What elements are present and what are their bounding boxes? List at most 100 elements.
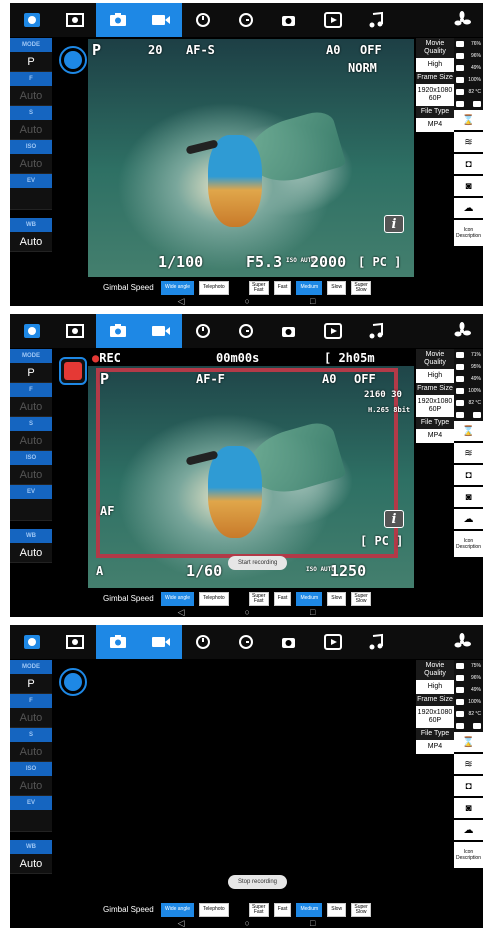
ev-value[interactable]	[10, 810, 52, 832]
shutter-value[interactable]: Auto	[10, 742, 52, 762]
playback-icon[interactable]	[311, 3, 354, 37]
playback-icon[interactable]	[311, 625, 354, 659]
moon-icon[interactable]	[397, 314, 440, 348]
wifi-button[interactable]: ≋	[454, 443, 483, 465]
info-icon[interactable]: i	[384, 215, 404, 233]
interval-timer-icon[interactable]	[225, 314, 268, 348]
ev-value[interactable]	[10, 188, 52, 210]
remote-shutter-icon[interactable]	[268, 3, 311, 37]
live-view-icon[interactable]	[53, 625, 96, 659]
camera-info-icon[interactable]	[10, 3, 53, 37]
live-view-icon[interactable]	[53, 314, 96, 348]
gimbal-fast-button[interactable]: Fast	[273, 280, 292, 295]
mode-value[interactable]: P	[10, 674, 52, 694]
remote-shutter-icon[interactable]	[268, 314, 311, 348]
shutter-value[interactable]: Auto	[10, 120, 52, 140]
hourglass-button[interactable]: ⌛	[454, 110, 483, 132]
frame-size-value[interactable]: 1920x1080 60P	[416, 84, 454, 106]
camera-info-icon[interactable]	[10, 314, 53, 348]
wifi-button[interactable]: ≋	[454, 132, 483, 154]
mode-value[interactable]: P	[10, 52, 52, 72]
gimbal-slow-button[interactable]: Slow	[327, 591, 347, 606]
gimbal-fast-button[interactable]: Fast	[273, 902, 292, 917]
playback-icon[interactable]	[311, 314, 354, 348]
shutter-value[interactable]: Auto	[10, 431, 52, 451]
shutter-button[interactable]	[59, 668, 87, 696]
aperture-value[interactable]: Auto	[10, 86, 52, 106]
camera-button[interactable]: ◘	[454, 465, 483, 487]
gimbal-fast-button[interactable]: Fast	[273, 591, 292, 606]
hourglass-button[interactable]: ⌛	[454, 421, 483, 443]
upload-button[interactable]: ☁	[454, 509, 483, 531]
iso-value[interactable]: Auto	[10, 776, 52, 796]
photo-mode-icon[interactable]	[96, 3, 139, 37]
gimbal-telephoto-button[interactable]: Telephoto	[199, 591, 229, 606]
fan-icon[interactable]	[440, 3, 483, 37]
gimbal-medium-button[interactable]: Medium	[296, 280, 323, 295]
gimbal-super-fast-button[interactable]: Super Fast	[248, 280, 269, 295]
file-type-value[interactable]: MP4	[416, 429, 454, 443]
gimbal-slow-button[interactable]: Slow	[327, 902, 347, 917]
gimbal-wide-angle-button[interactable]: Wide angle	[161, 280, 195, 295]
upload-button[interactable]: ☁	[454, 820, 483, 842]
remote-shutter-icon[interactable]	[268, 625, 311, 659]
gimbal-medium-button[interactable]: Medium	[296, 902, 323, 917]
interval-timer-icon[interactable]	[225, 625, 268, 659]
file-type-value[interactable]: MP4	[416, 740, 454, 754]
gimbal-super-fast-button[interactable]: Super Fast	[248, 902, 269, 917]
recents-icon[interactable]: □	[310, 607, 315, 617]
back-icon[interactable]: ◁	[178, 918, 185, 929]
wb-value[interactable]: Auto	[10, 232, 52, 252]
timer-icon[interactable]	[182, 3, 225, 37]
shutter-button[interactable]	[59, 46, 87, 74]
camera-off-button[interactable]: ◙	[454, 487, 483, 509]
camera-button[interactable]: ◘	[454, 154, 483, 176]
gimbal-telephoto-button[interactable]: Telephoto	[199, 280, 229, 295]
recents-icon[interactable]: □	[310, 296, 315, 306]
camera-off-button[interactable]: ◙	[454, 176, 483, 198]
music-icon[interactable]	[354, 3, 397, 37]
gimbal-slow-button[interactable]: Slow	[327, 280, 347, 295]
movie-quality-value[interactable]: High	[416, 680, 454, 694]
live-view-icon[interactable]	[53, 3, 96, 37]
timer-icon[interactable]	[182, 625, 225, 659]
movie-mode-icon[interactable]	[139, 625, 182, 659]
gimbal-super-slow-button[interactable]: Super Slow	[351, 902, 372, 917]
recents-icon[interactable]: □	[310, 918, 315, 928]
iso-value[interactable]: Auto	[10, 154, 52, 174]
photo-mode-icon[interactable]	[96, 314, 139, 348]
photo-mode-icon[interactable]	[96, 625, 139, 659]
fan-icon[interactable]	[440, 314, 483, 348]
hourglass-button[interactable]: ⌛	[454, 732, 483, 754]
back-icon[interactable]: ◁	[178, 607, 185, 618]
interval-timer-icon[interactable]	[225, 3, 268, 37]
timer-icon[interactable]	[182, 314, 225, 348]
gimbal-wide-angle-button[interactable]: Wide angle	[161, 902, 195, 917]
file-type-value[interactable]: MP4	[416, 118, 454, 132]
home-icon[interactable]: ○	[245, 607, 250, 617]
movie-quality-value[interactable]: High	[416, 58, 454, 72]
gimbal-medium-button[interactable]: Medium	[296, 591, 323, 606]
live-view[interactable]: P 20 AF-S A0 OFF NORM i 1/100 F5.3 ISO A…	[88, 39, 414, 277]
back-icon[interactable]: ◁	[178, 296, 185, 307]
ev-value[interactable]	[10, 499, 52, 521]
fan-icon[interactable]	[440, 625, 483, 659]
camera-button[interactable]: ◘	[454, 776, 483, 798]
icon-description-button[interactable]: Icon Description	[454, 842, 483, 870]
upload-button[interactable]: ☁	[454, 198, 483, 220]
gimbal-super-fast-button[interactable]: Super Fast	[248, 591, 269, 606]
gimbal-telephoto-button[interactable]: Telephoto	[199, 902, 229, 917]
music-icon[interactable]	[354, 625, 397, 659]
moon-icon[interactable]	[397, 625, 440, 659]
gimbal-super-slow-button[interactable]: Super Slow	[351, 280, 372, 295]
icon-description-button[interactable]: Icon Description	[454, 531, 483, 559]
wifi-button[interactable]: ≋	[454, 754, 483, 776]
gimbal-super-slow-button[interactable]: Super Slow	[351, 591, 372, 606]
home-icon[interactable]: ○	[245, 296, 250, 306]
aperture-value[interactable]: Auto	[10, 397, 52, 417]
frame-size-value[interactable]: 1920x1080 60P	[416, 395, 454, 417]
camera-info-icon[interactable]	[10, 625, 53, 659]
iso-value[interactable]: Auto	[10, 465, 52, 485]
info-icon[interactable]: i	[384, 510, 404, 528]
movie-mode-icon[interactable]	[139, 314, 182, 348]
